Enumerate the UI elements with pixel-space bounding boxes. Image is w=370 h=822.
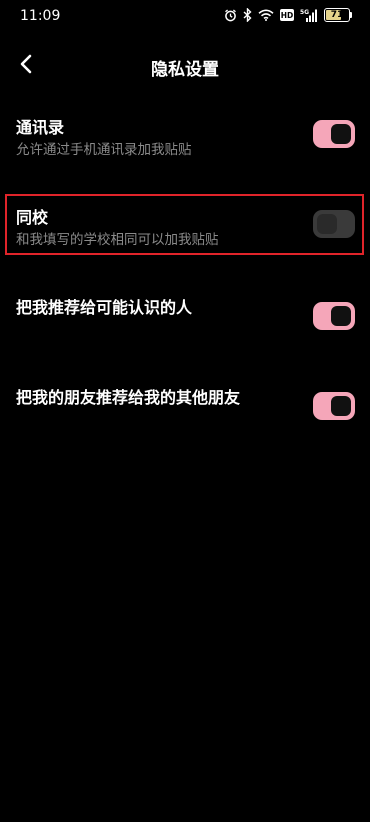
wifi-icon xyxy=(258,9,274,21)
setting-row-contacts: 通讯录 允许通过手机通讯录加我贴贴 xyxy=(0,108,370,168)
battery-icon: 71 xyxy=(324,8,352,22)
svg-text:HD: HD xyxy=(281,11,294,20)
svg-text:5G: 5G xyxy=(300,9,309,16)
status-icons: HD 5G 71 xyxy=(224,8,352,22)
status-bar: 11:09 HD 5G 71 xyxy=(0,0,370,34)
battery-level: 71 xyxy=(330,9,344,20)
toggle-same-school[interactable] xyxy=(313,210,355,238)
setting-title: 通讯录 xyxy=(16,118,65,137)
signal-icon: 5G xyxy=(300,9,317,22)
toggle-knob xyxy=(331,306,351,326)
setting-description: 允许通过手机通讯录加我贴贴 xyxy=(16,142,192,158)
setting-row-same-school: 同校 和我填写的学校相同可以加我贴贴 xyxy=(0,194,370,255)
toggle-knob xyxy=(317,214,337,234)
setting-row-recommend-friends: 把我的朋友推荐给我的其他朋友 xyxy=(0,380,370,430)
setting-title: 把我的朋友推荐给我的其他朋友 xyxy=(16,388,241,407)
bluetooth-icon xyxy=(243,8,252,22)
toggle-recommend-me[interactable] xyxy=(313,302,355,330)
status-time: 11:09 xyxy=(20,8,61,24)
page-title: 隐私设置 xyxy=(151,60,219,80)
hd-icon: HD xyxy=(280,9,294,21)
setting-title: 把我推荐给可能认识的人 xyxy=(16,298,193,317)
setting-description: 和我填写的学校相同可以加我贴贴 xyxy=(16,232,219,248)
toggle-knob xyxy=(331,124,351,144)
header: 隐私设置 xyxy=(0,44,370,88)
toggle-recommend-friends[interactable] xyxy=(313,392,355,420)
toggle-knob xyxy=(331,396,351,416)
setting-title: 同校 xyxy=(16,208,49,227)
setting-row-recommend-me: 把我推荐给可能认识的人 xyxy=(0,290,370,340)
alarm-icon xyxy=(225,9,236,21)
toggle-contacts[interactable] xyxy=(313,120,355,148)
